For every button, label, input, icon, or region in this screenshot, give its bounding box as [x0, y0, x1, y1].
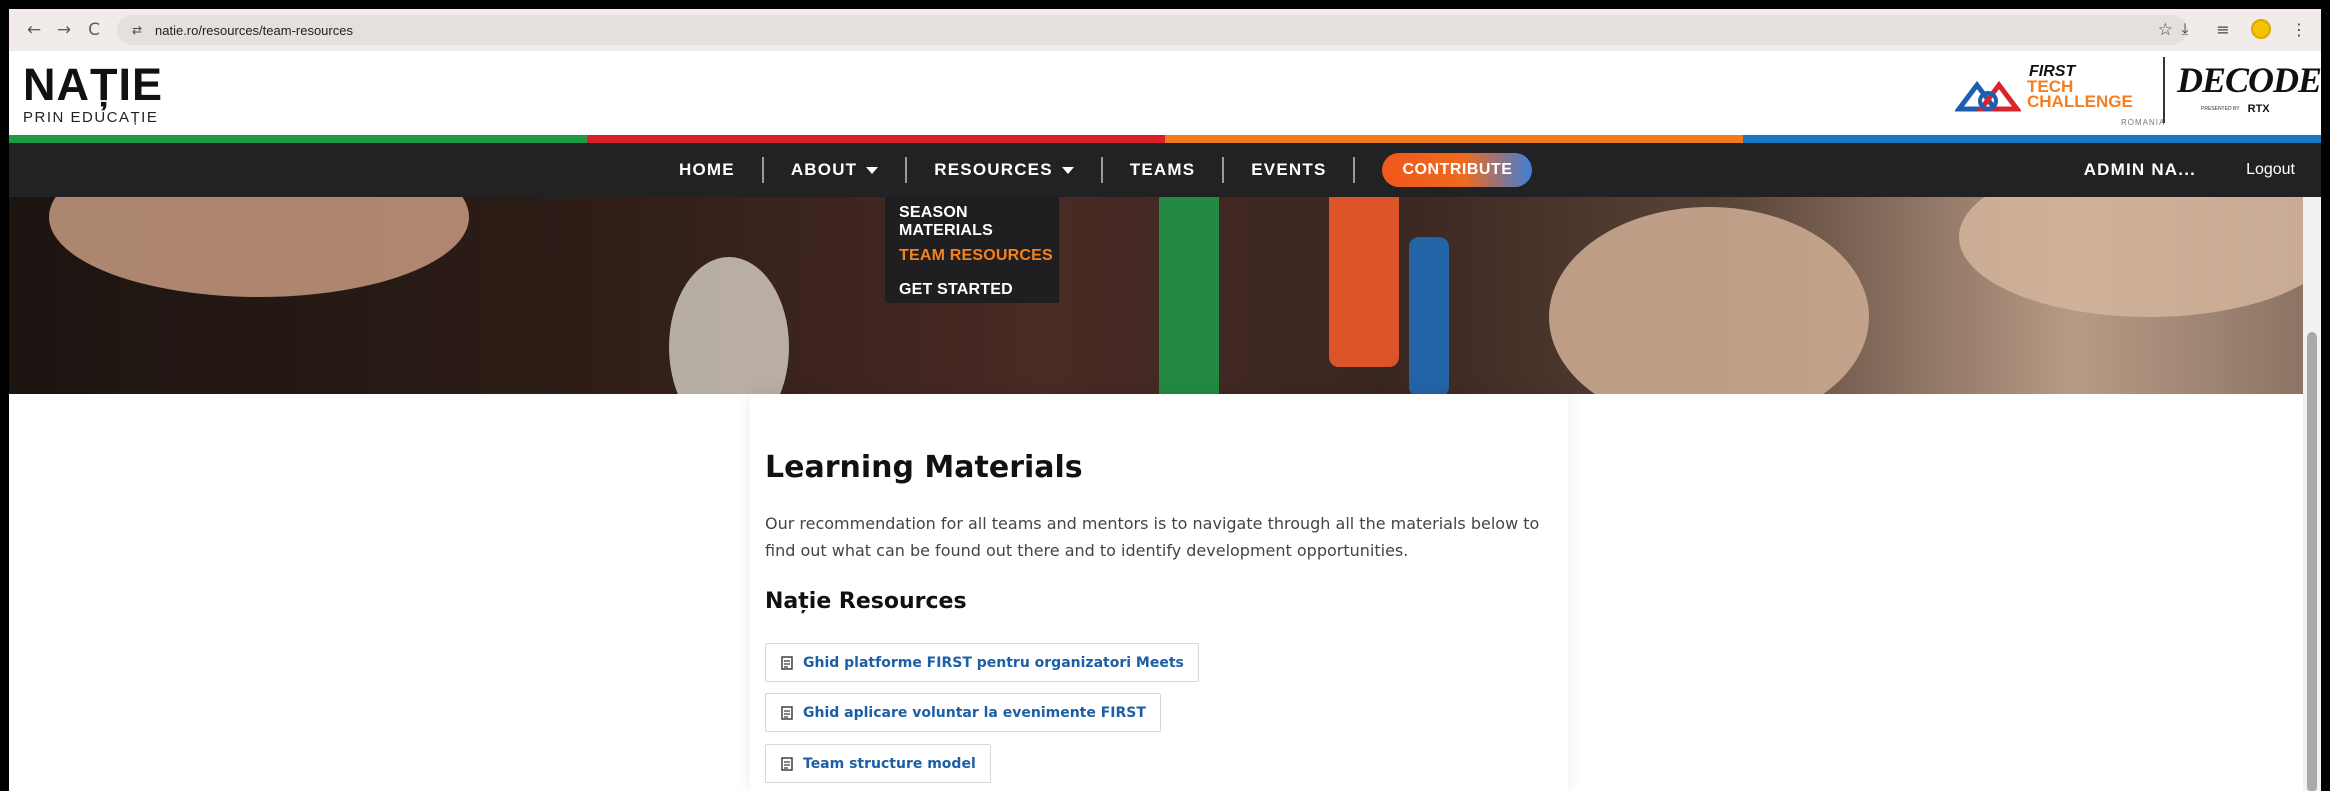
hero-arm-shape [49, 197, 469, 297]
nav-items: HOME ABOUT RESOURCES TEAMS EVENTS CONTRI… [652, 143, 1533, 197]
page-title: Learning Materials [765, 450, 1083, 485]
ftc-mark-icon [1955, 80, 2021, 112]
color-stripe-green [9, 135, 587, 143]
site-settings-icon[interactable]: ⇄ [127, 20, 147, 40]
browser-actions: ⤓ ≡ ⋮ [2171, 15, 2313, 43]
avatar-icon [2251, 19, 2271, 39]
admin-user-menu[interactable]: ADMIN NA... [2084, 160, 2196, 180]
hero-hand-shape [1549, 207, 1869, 394]
resource-link-label: Ghid platforme FIRST pentru organizatori… [803, 654, 1184, 671]
nav-events[interactable]: EVENTS [1224, 143, 1353, 197]
page-scrollbar[interactable] [2303, 197, 2321, 791]
nav-teams[interactable]: TEAMS [1103, 143, 1223, 197]
nav-account: ADMIN NA... Logout [2084, 143, 2311, 197]
rtx-logo: RTX [2247, 103, 2270, 115]
ftc-words: TECH CHALLENGE [2027, 78, 2133, 111]
nav-resources[interactable]: RESOURCES [907, 143, 1101, 197]
resource-link-label: Team structure model [803, 755, 976, 772]
caret-down-icon [866, 166, 879, 174]
nav-home[interactable]: HOME [652, 143, 762, 197]
natie-logo[interactable]: NAȚIE PRIN EDUCAȚIE [23, 59, 163, 126]
dropdown-get-started[interactable]: GET STARTED [885, 273, 1059, 307]
reload-icon[interactable]: C [79, 15, 109, 45]
media-control-icon[interactable]: ≡ [2209, 15, 2237, 43]
hero-lanyard-blue [1409, 237, 1449, 394]
hero-badge-shape [669, 257, 789, 394]
dropdown-team-resources[interactable]: TEAM RESOURCES [885, 239, 1059, 273]
url-text[interactable]: natie.ro/resources/team-resources [155, 23, 353, 38]
resource-link[interactable]: Team structure model [765, 744, 991, 783]
profile-avatar[interactable] [2247, 15, 2275, 43]
sponsor-line: PRESENTED BY RTX [2201, 103, 2270, 115]
decode-logo[interactable]: DECODE [2177, 59, 2321, 101]
logout-link[interactable]: Logout [2246, 161, 2295, 179]
caret-down-icon [1061, 166, 1074, 174]
hero-arm-right-shape [1959, 197, 2303, 317]
color-stripe-red [587, 135, 1165, 143]
header-divider [2163, 57, 2165, 123]
resource-link[interactable]: Ghid platforme FIRST pentru organizatori… [765, 643, 1199, 682]
nav-about[interactable]: ABOUT [764, 143, 905, 197]
document-icon [781, 705, 793, 720]
hero-image [9, 197, 2303, 394]
nav-resources-label: RESOURCES [934, 160, 1053, 179]
ftc-country: ROMANIA [2121, 118, 2166, 127]
download-icon[interactable]: ⤓ [2171, 15, 2199, 43]
resource-link[interactable]: Ghid aplicare voluntar la evenimente FIR… [765, 693, 1161, 732]
address-bar[interactable]: ⇄ natie.ro/resources/team-resources ☆ [117, 15, 2187, 45]
intro-text: Our recommendation for all teams and men… [765, 514, 1540, 560]
hero-lanyard-green [1159, 197, 1219, 394]
site-header: NAȚIE PRIN EDUCAȚIE FIRST TECH CHALLENGE… [9, 51, 2321, 136]
browser-toolbar: ← → C ⇄ natie.ro/resources/team-resource… [9, 9, 2321, 51]
resources-dropdown: SEASON MATERIALS TEAM RESOURCES GET STAR… [885, 197, 1059, 303]
forward-icon[interactable]: → [49, 15, 79, 45]
scrollbar-thumb[interactable] [2307, 332, 2317, 791]
ftc-word: CHALLENGE [2027, 92, 2133, 111]
main-navigation: HOME ABOUT RESOURCES TEAMS EVENTS CONTRI… [9, 143, 2321, 197]
document-icon [781, 756, 793, 771]
browser-menu-icon[interactable]: ⋮ [2285, 15, 2313, 43]
logo-main-text: NAȚIE [23, 59, 163, 110]
hero-lanyard-orange [1329, 197, 1399, 367]
ftc-logo[interactable]: FIRST TECH CHALLENGE ROMANIA [1955, 61, 2164, 127]
color-stripe-blue [1743, 135, 2321, 143]
color-stripe-orange [1165, 135, 1743, 143]
logo-sub-text: PRIN EDUCAȚIE [23, 109, 159, 126]
nav-separator [1353, 157, 1356, 183]
browser-window: ← → C ⇄ natie.ro/resources/team-resource… [9, 9, 2321, 791]
nav-about-label: ABOUT [790, 160, 858, 179]
presented-by-text: PRESENTED BY [2201, 106, 2240, 112]
content-card: Learning Materials Our recommendation fo… [750, 394, 1568, 791]
resource-link-label: Ghid aplicare voluntar la evenimente FIR… [803, 704, 1146, 721]
back-icon[interactable]: ← [19, 15, 49, 45]
document-icon [781, 655, 793, 670]
section-title: Nație Resources [765, 589, 967, 614]
dropdown-season-materials[interactable]: SEASON MATERIALS [885, 204, 1059, 239]
contribute-button[interactable]: CONTRIBUTE [1382, 153, 1533, 187]
